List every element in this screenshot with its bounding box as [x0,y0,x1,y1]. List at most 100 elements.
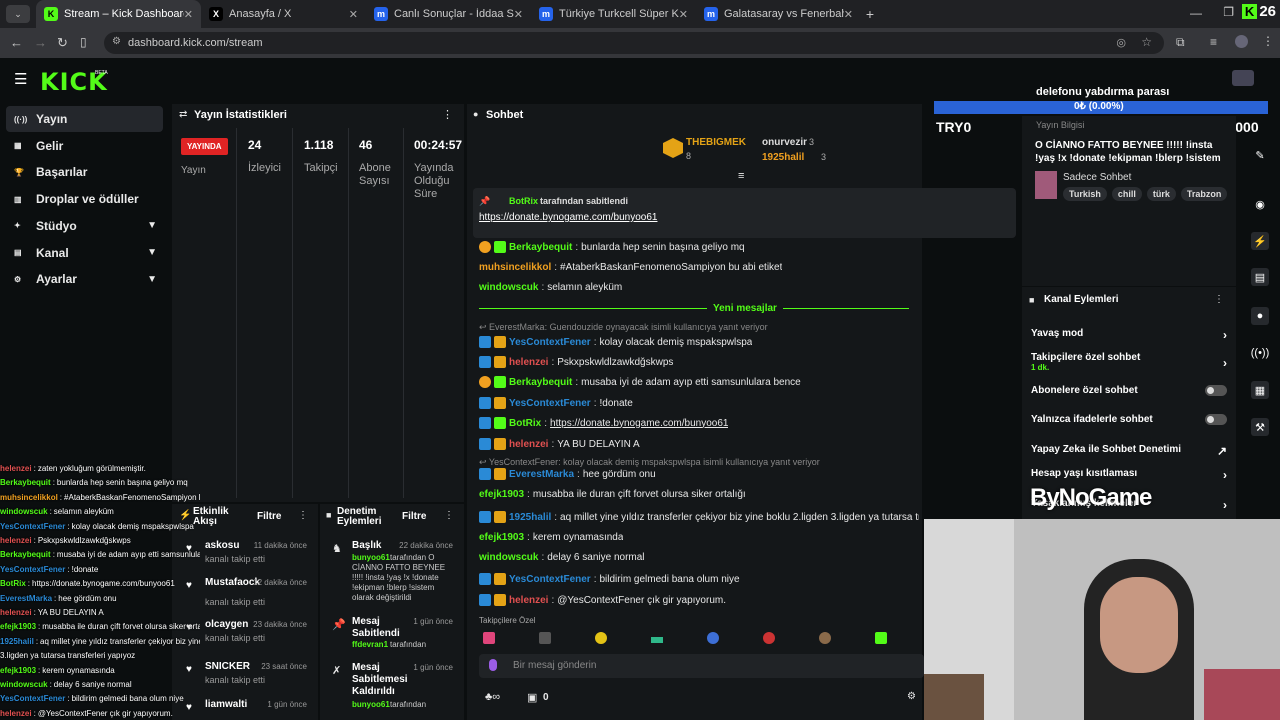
chat-bubble-icon[interactable]: ● [1251,307,1269,325]
activity-filter-button[interactable]: Filtre [257,511,281,522]
chat-message[interactable]: 1925halil: aq millet yine yıldız transfer… [479,511,919,523]
pinned-link[interactable]: https://donate.bynogame.com/bunyoo61 [479,212,657,223]
stream-tag[interactable]: türk [1146,187,1176,201]
channel-action-row[interactable]: Yalnızca ifadelerle sohbet [1031,414,1227,430]
channel-action-row[interactable]: Takipçilere özel sohbet 1 dk. › [1031,352,1227,372]
close-tab-icon[interactable]: ✕ [679,8,688,21]
sidebar-item-stüdyo[interactable]: ✦ Stüdyo ▼ [6,213,163,239]
activity-menu-icon[interactable]: ⋮ [298,510,308,521]
browser-tab[interactable]: X Anasayfa / X ✕ [201,0,366,28]
chat-input[interactable]: Bir mesaj gönderin [479,654,924,678]
actions-menu-icon[interactable]: ⋮ [1214,294,1224,305]
browser-tab[interactable]: K Stream – Kick Dashboard ✕ [36,0,201,28]
stream-tag[interactable]: Turkish [1063,187,1107,201]
emote-row[interactable] [479,629,909,649]
channel-action-row[interactable]: Hesap yaşı kısıtlaması › [1031,468,1227,484]
chat-username[interactable]: YesContextFener [509,398,591,409]
url-field[interactable]: ⚙ dashboard.kick.com/stream ◎ ☆ [104,32,1164,54]
close-tab-icon[interactable]: ✕ [184,8,193,21]
sidebar-item-droplar-ve-ödüller[interactable]: ▥ Droplar ve ödüller [6,186,163,212]
profile-avatar[interactable] [1235,35,1248,48]
chat-message[interactable]: Berkaybequit: musaba iyi de adam ayıp ett… [479,376,801,388]
sidebar-item-gelir[interactable]: ▦ Gelir [6,133,163,159]
chat-message[interactable]: windowscuk: delay 6 saniye normal [479,552,645,563]
stream-tag[interactable]: Trabzon [1180,187,1228,201]
close-tab-icon[interactable]: ✕ [514,8,523,21]
chat-username[interactable]: YesContextFener [509,337,591,348]
emote-picker-icon[interactable] [489,659,497,671]
moderation-menu-icon[interactable]: ⋮ [444,510,454,521]
user-avatar[interactable] [1232,70,1254,86]
tab-search-icon[interactable]: ⌄ [6,5,30,23]
chat-username[interactable]: muhsincelikkol [479,262,551,273]
browser-tab[interactable]: m Galatasaray vs Fenerbahçe, 10.0✕ [696,0,861,28]
chat-username[interactable]: 1925halil [509,512,551,523]
sidebar-item-yayın[interactable]: ((·)) Yayın [6,106,163,132]
notes-icon[interactable]: ▤ [1251,268,1269,286]
category-thumbnail[interactable] [1035,171,1057,199]
close-tab-icon[interactable]: ✕ [349,8,358,21]
sidebar-item-başarılar[interactable]: 🏆 Başarılar [6,159,163,185]
chat-message[interactable]: helenzei: YA BU DELAYIN A [479,438,640,450]
chat-message[interactable]: BotRix: https://donate.bynogame.com/bunyo… [479,417,728,429]
minimize-icon[interactable]: — [1190,6,1202,20]
maximize-icon[interactable]: ❐ [1223,5,1234,19]
eye-off-icon[interactable]: ◎ [1116,36,1126,49]
reload-icon[interactable]: ↻ [57,35,68,51]
chat-username[interactable]: efejk1903 [479,489,524,500]
stats-menu-icon[interactable]: ⋮ [442,108,453,121]
extensions-icon[interactable]: ⧉ [1176,35,1185,50]
chat-username[interactable]: windowscuk [479,552,538,563]
broadcast-icon[interactable]: ((•)) [1251,344,1270,362]
browser-tab[interactable]: m Canlı Sonuçlar - İddaa Sonuçla✕ [366,0,531,28]
toggle-switch[interactable] [1205,414,1227,425]
chat-message[interactable]: muhsincelikkol: #AtaberkBaskanFenomenoSam… [479,262,782,273]
chat-message[interactable]: efejk1903: musabba ile duran çift forvet … [479,489,746,500]
moderation-filter-button[interactable]: Filtre [402,511,426,522]
browser-tab[interactable]: m Türkiye Turkcell Süper Kupa 20✕ [531,0,696,28]
sidepanel-icon[interactable]: ▯ [80,35,87,49]
chat-message[interactable]: YesContextFener: !donate [479,397,633,409]
forward-icon[interactable]: → [34,35,47,50]
stream-tag[interactable]: chill [1111,187,1142,201]
chat-message[interactable]: helenzei: @YesContextFener çık gir yapıyo… [479,594,726,606]
close-tab-icon[interactable]: ✕ [844,8,853,21]
activity-user[interactable]: SNICKER [205,661,250,672]
wrench-icon[interactable]: ⚒ [1251,418,1269,436]
bolt-action-icon[interactable]: ⚡ [1251,232,1269,250]
activity-user[interactable]: olcaygen [205,619,248,630]
chat-username[interactable]: Berkaybequit [509,377,572,388]
chat-settings-icon[interactable]: ⚙ [907,691,916,702]
channel-action-row[interactable]: Abonelere özel sohbet [1031,385,1227,401]
chat-message[interactable]: helenzei: Pskxpskwldlzawkdğskwps [479,356,673,368]
chat-username[interactable]: helenzei [509,357,548,368]
chat-message[interactable]: YesContextFener: bildirim gelmedi bana ol… [479,573,740,585]
channel-action-row[interactable]: Yavaş mod › [1031,328,1227,344]
chat-username[interactable]: Berkaybequit [509,242,572,253]
gift-box-icon[interactable]: ▣ [527,691,537,704]
chat-username[interactable]: BotRix [509,418,541,429]
sidebar-item-kanal[interactable]: ▤ Kanal ▼ [6,240,163,266]
users-icon[interactable]: ♣∞ [485,691,500,703]
chat-message[interactable]: YesContextFener: kolay olacak demiş mspak… [479,336,752,348]
channel-action-row[interactable]: Yapay Zeka ile Sohbet Denetimi ↗ [1031,444,1227,460]
chat-message[interactable]: EverestMarka: hee gördüm onu [479,468,656,480]
sidebar-item-ayarlar[interactable]: ⚙ Ayarlar ▼ [6,266,163,292]
category-name[interactable]: Sadece Sohbet [1063,172,1131,183]
chat-username[interactable]: YesContextFener [509,574,591,585]
camera-icon[interactable]: ◉ [1251,195,1269,213]
back-icon[interactable]: ← [10,35,23,50]
media-icon[interactable]: ≡ [1210,35,1217,49]
bookmark-star-icon[interactable]: ☆ [1141,35,1152,49]
chat-username[interactable]: helenzei [509,439,548,450]
activity-user[interactable]: askosu [205,540,239,551]
chat-username[interactable]: EverestMarka [509,469,574,480]
chat-message[interactable]: efejk1903: kerem oynamasında [479,532,623,543]
new-tab-button[interactable]: + [861,6,879,22]
hamburger-icon[interactable]: ☰ [14,70,27,88]
sort-icon[interactable]: ≡ [738,170,744,182]
browser-menu-icon[interactable]: ⋮ [1262,34,1274,48]
chat-message[interactable]: windowscuk: selamın aleyküm [479,282,622,293]
chat-username[interactable]: efejk1903 [479,532,524,543]
activity-user[interactable]: liamwalti [205,699,247,710]
